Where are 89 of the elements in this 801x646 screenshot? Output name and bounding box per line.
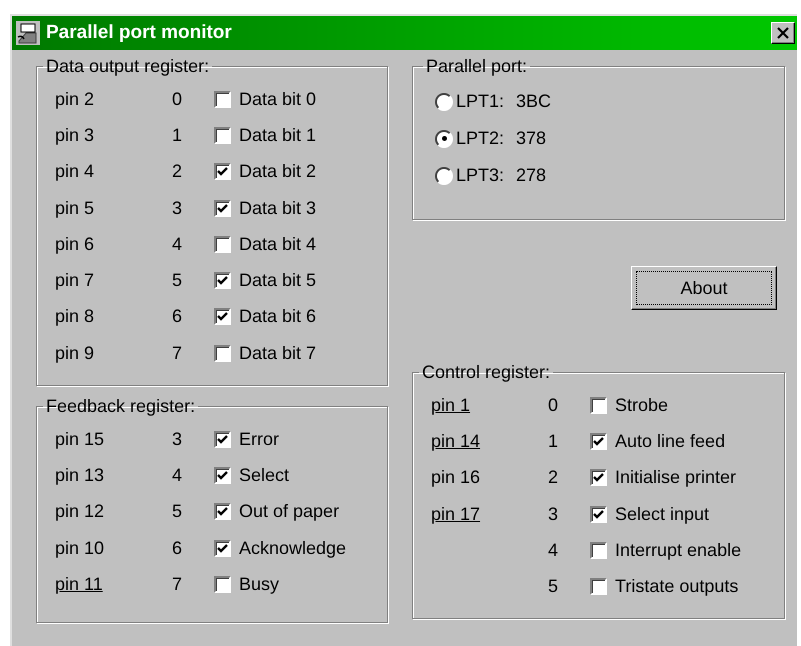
bit-number: 2 [172, 161, 184, 182]
group-title: Parallel port: [425, 56, 528, 77]
bit-number: 0 [172, 88, 184, 110]
pin-label: pin 12 [55, 501, 106, 522]
bit-number: 1 [548, 430, 560, 452]
radio-circle[interactable] [435, 166, 453, 184]
pin-label: pin 6 [55, 234, 96, 255]
checkbox[interactable]: Auto line feed [590, 430, 726, 452]
checkbox-box[interactable] [214, 126, 231, 144]
bit-number: 5 [172, 270, 184, 292]
checkbox-box[interactable] [214, 430, 231, 448]
checkbox-box[interactable] [590, 506, 607, 523]
group-title: Data output register: [45, 56, 210, 77]
bit-number: 2 [548, 467, 560, 488]
radio-option[interactable]: LPT2: 378 [435, 120, 784, 157]
radio-option[interactable]: LPT3: 278 [435, 157, 784, 194]
bit-number: 0 [548, 394, 560, 416]
checkbox-box[interactable] [214, 576, 231, 593]
checkbox-box[interactable] [590, 396, 607, 414]
bit-number: 1 [172, 124, 184, 146]
app-icon [16, 21, 40, 45]
pin-label: pin 14 [431, 430, 482, 452]
bit-number: 6 [172, 306, 184, 328]
checkbox-box[interactable] [214, 272, 231, 290]
bit-number: 7 [172, 342, 184, 364]
checkbox[interactable]: Select input [590, 504, 710, 525]
close-button[interactable] [771, 22, 795, 44]
checkbox[interactable]: Tristate outputs [590, 576, 738, 598]
checkbox[interactable]: Acknowledge [214, 538, 346, 559]
checkbox[interactable]: Data bit 4 [214, 234, 316, 255]
pin-label: pin 5 [55, 198, 96, 219]
close-icon [777, 27, 789, 39]
pin-label: pin 3 [55, 124, 96, 146]
window-title: Parallel port monitor [46, 22, 233, 44]
pin-label: pin 10 [55, 538, 106, 559]
checkbox[interactable]: Data bit 7 [214, 342, 316, 364]
pin-label: pin 4 [55, 161, 96, 182]
checkbox-box[interactable] [214, 308, 231, 326]
checkbox-box[interactable] [214, 90, 231, 108]
pin-label: pin 11 [55, 574, 104, 595]
pin-label: pin 16 [431, 467, 482, 488]
bit-number: 4 [548, 540, 560, 561]
checkbox-box[interactable] [214, 200, 231, 217]
checkbox[interactable]: Data bit 5 [214, 270, 316, 292]
pin-label: pin 15 [55, 428, 106, 450]
checkbox-box[interactable] [590, 469, 607, 486]
checkbox-box[interactable] [590, 542, 607, 559]
bit-number: 4 [172, 234, 184, 255]
pin-label: pin 9 [55, 342, 96, 364]
bit-number: 3 [172, 198, 184, 219]
checkbox[interactable]: Interrupt enable [590, 540, 742, 561]
checkbox[interactable]: Out of paper [214, 501, 340, 522]
group-title: Control register: [421, 362, 552, 383]
pin-label: pin 2 [55, 88, 96, 110]
pin-label: pin 8 [55, 306, 96, 328]
checkbox-box[interactable] [590, 578, 607, 596]
checkbox-box[interactable] [214, 466, 231, 484]
checkbox[interactable]: Data bit 1 [214, 124, 316, 146]
checkbox-box[interactable] [214, 540, 231, 557]
checkbox[interactable]: Busy [214, 574, 280, 595]
checkbox-box[interactable] [214, 236, 231, 253]
bit-number: 3 [172, 428, 184, 450]
checkbox-box[interactable] [214, 503, 231, 520]
checkbox-box[interactable] [590, 432, 607, 450]
checkbox[interactable]: Data bit 6 [214, 306, 316, 328]
checkbox[interactable]: Select [214, 464, 290, 486]
pin-label: pin 13 [55, 464, 106, 486]
group-title: Feedback register: [45, 396, 196, 417]
pin-label: pin 7 [55, 270, 96, 292]
radio-option[interactable]: LPT1: 3BC [435, 83, 784, 120]
checkbox[interactable]: Strobe [590, 394, 668, 416]
pin-label: pin 17 [431, 504, 482, 525]
checkbox-box[interactable] [214, 163, 231, 180]
checkbox[interactable]: Initialise printer [590, 467, 736, 488]
bit-number: 5 [548, 576, 560, 598]
radio-circle[interactable] [435, 130, 453, 148]
bit-number: 3 [548, 504, 560, 525]
bit-number: 7 [172, 574, 184, 595]
pin-label: pin 1 [431, 394, 472, 416]
about-button[interactable]: About [631, 266, 777, 310]
bit-number: 5 [172, 501, 184, 522]
checkbox[interactable]: Error [214, 428, 279, 450]
bit-number: 4 [172, 464, 184, 486]
checkbox[interactable]: Data bit 3 [214, 198, 316, 219]
checkbox[interactable]: Data bit 2 [214, 161, 316, 182]
checkbox-box[interactable] [214, 344, 231, 362]
radio-circle[interactable] [435, 92, 453, 110]
bit-number: 6 [172, 538, 184, 559]
checkbox[interactable]: Data bit 0 [214, 88, 316, 110]
